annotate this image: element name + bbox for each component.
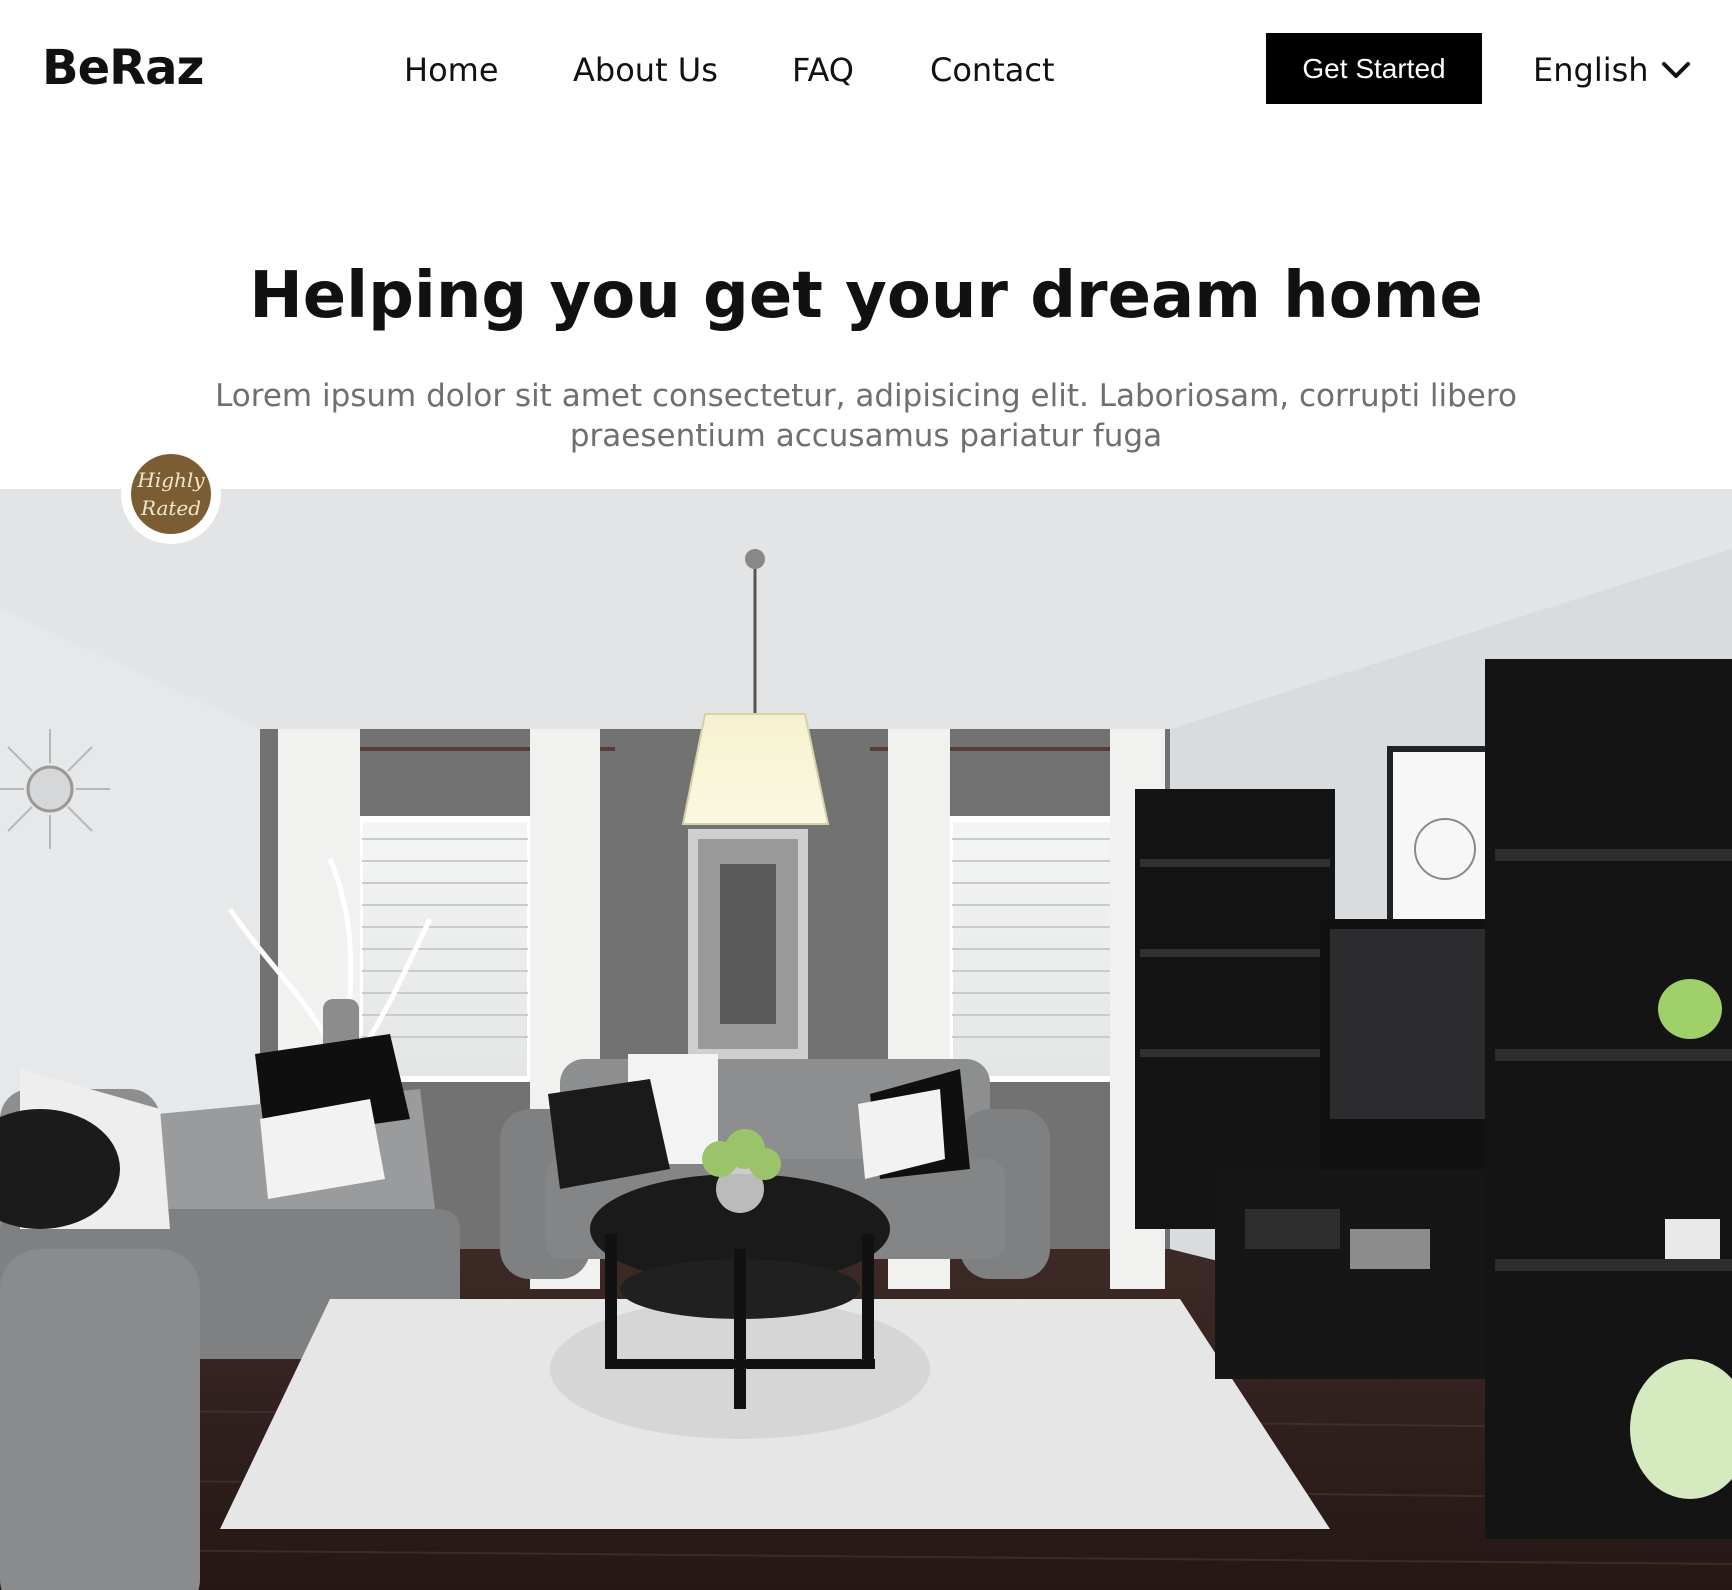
get-started-button[interactable]: Get Started [1266, 33, 1482, 104]
nav-home-link[interactable]: Home [404, 48, 499, 92]
highly-rated-badge: Highly Rated [121, 444, 221, 544]
badge-line2: Rated [140, 496, 202, 520]
hero-living-room-image [0, 489, 1732, 1590]
hero-title: Helping you get your dream home [249, 259, 1483, 333]
nav-contact-link[interactable]: Contact [930, 48, 1055, 92]
nav-about-link[interactable]: About Us [573, 48, 718, 92]
nav-faq-link[interactable]: FAQ [792, 48, 854, 92]
hero-subtitle: Lorem ipsum dolor sit amet consectetur, … [215, 378, 1517, 454]
chevron-down-icon [1661, 62, 1690, 78]
badge-inner: Highly Rated [131, 454, 211, 534]
badge-line1: Highly [137, 468, 205, 492]
language-label: English [1533, 51, 1649, 89]
language-selector[interactable]: English [1533, 48, 1691, 92]
site-header: BeRaz Home About Us FAQ Contact Get Star… [0, 0, 1732, 140]
